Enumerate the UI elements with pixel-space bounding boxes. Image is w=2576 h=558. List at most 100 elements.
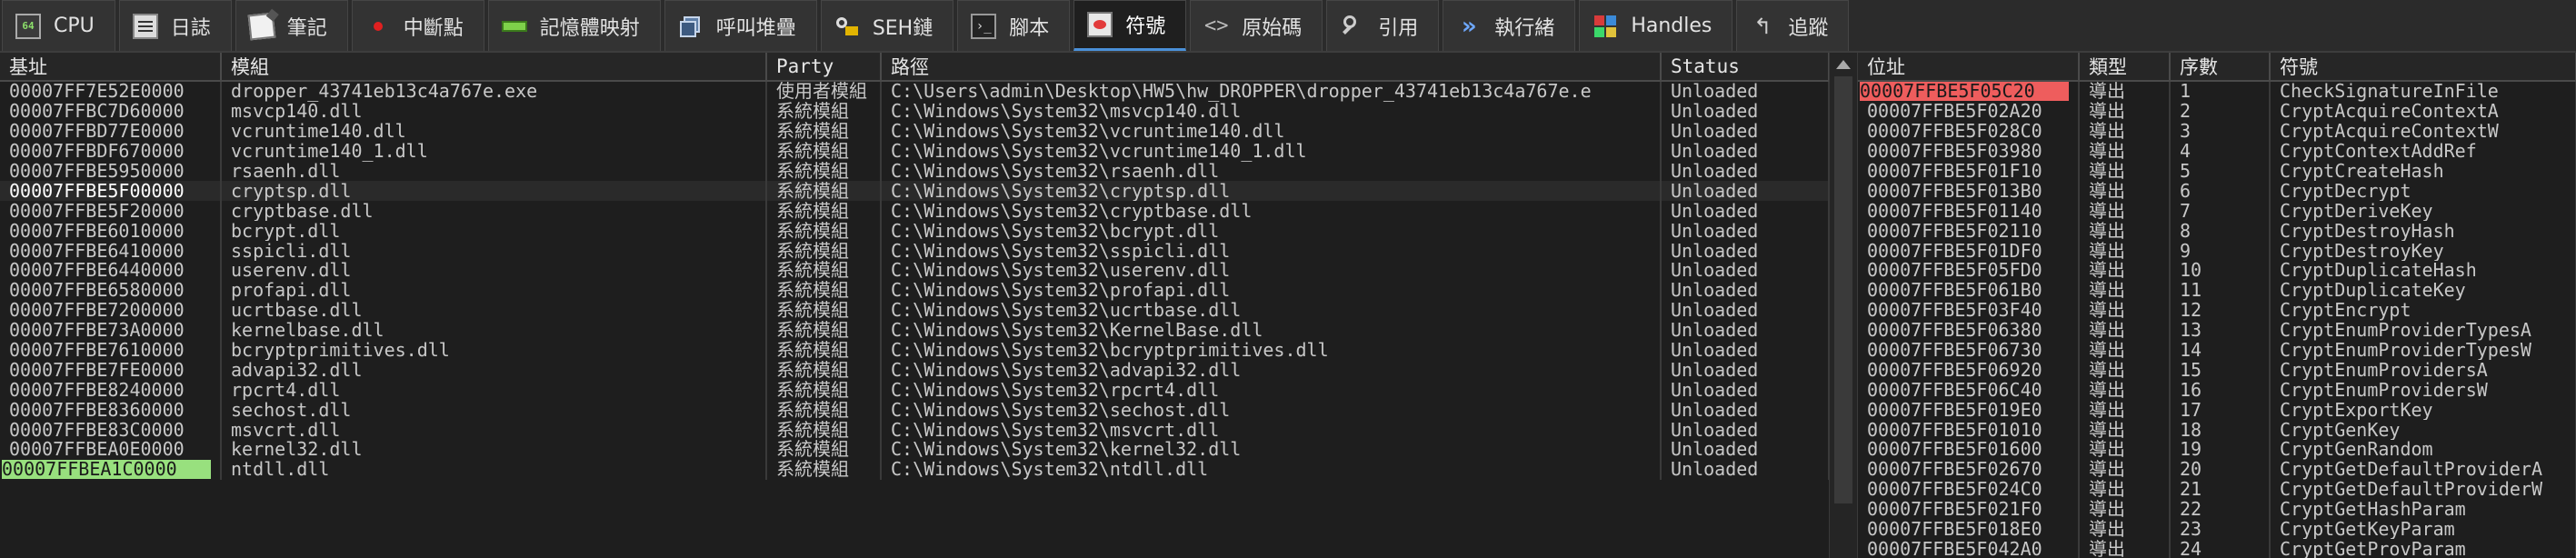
column-header-address[interactable]: 位址 xyxy=(1858,53,2080,82)
column-header-module[interactable]: 模組 xyxy=(221,53,767,82)
symbol-row[interactable]: 00007FFBE5F03F40 導出 12 CryptEncrypt xyxy=(1858,300,2576,321)
column-header-path[interactable]: 路徑 xyxy=(881,53,1662,82)
symbol-row[interactable]: 00007FFBE5F05FD0 導出 10 CryptDuplicateHash xyxy=(1858,261,2576,281)
module-row[interactable]: 00007FFBE8360000 sechost.dll 系統模組 C:\Window… xyxy=(0,400,1829,421)
column-header-base[interactable]: 基址 xyxy=(0,53,222,82)
tab-memory-map[interactable]: 記憶體映射 xyxy=(487,0,661,51)
module-row[interactable]: 00007FFBE5950000 rsaenh.dll 系統模組 C:\Windows… xyxy=(0,161,1829,182)
symbol-row[interactable]: 00007FFBE5F021F0 導出 22 CryptGetHashParam xyxy=(1858,499,2576,520)
module-row[interactable]: 00007FFBE6010000 bcrypt.dll 系統模組 C:\Windows… xyxy=(0,221,1829,242)
symbol-row[interactable]: 00007FFBE5F06C40 導出 16 CryptEnumProvidersW xyxy=(1858,380,2576,401)
tab-notes[interactable]: 筆記 xyxy=(235,0,348,51)
module-module-cell: cryptbase.dll xyxy=(221,201,767,222)
module-row[interactable]: 00007FFBE5F00000 cryptsp.dll 系統模組 C:\Window… xyxy=(0,181,1829,202)
tab-log[interactable]: 日誌 xyxy=(118,0,232,51)
tab-references[interactable]: 引用 xyxy=(1326,0,1440,51)
symbol-row[interactable]: 00007FFBE5F01140 導出 7 CryptDeriveKey xyxy=(1858,201,2576,222)
module-row[interactable]: 00007FFBD77E0000 vcruntime140.dll 系統模組 C:\W… xyxy=(0,121,1829,142)
module-row[interactable]: 00007FFBEA0E0000 kernel32.dll 系統模組 C:\Windo… xyxy=(0,440,1829,460)
module-row[interactable]: 00007FFBE6440000 userenv.dll 系統模組 C:\Window… xyxy=(0,261,1829,281)
symbol-ordinal-cell: 12 xyxy=(2170,300,2271,321)
symbol-row[interactable]: 00007FFBE5F024C0 導出 21 CryptGetDefaultProvi… xyxy=(1858,479,2576,500)
module-row[interactable]: 00007FFBE5F20000 cryptbase.dll 系統模組 C:\Wind… xyxy=(0,201,1829,222)
module-row[interactable]: 00007FFBE6410000 sspicli.dll 系統模組 C:\Window… xyxy=(0,241,1829,262)
symbol-symbol-cell: CryptGenKey xyxy=(2270,420,2576,441)
symbol-row[interactable]: 00007FFBE5F028C0 導出 3 CryptAcquireContextW xyxy=(1858,121,2576,142)
tab-symbols[interactable]: 符號 xyxy=(1073,0,1187,51)
column-header-type[interactable]: 類型 xyxy=(2079,53,2171,82)
symbol-address-cell: 00007FFBE5F06920 xyxy=(1858,360,2080,381)
module-path-cell: C:\Windows\System32\KernelBase.dll xyxy=(881,320,1662,341)
symbol-symbol-cell: CryptAcquireContextA xyxy=(2270,101,2576,122)
symbol-row[interactable]: 00007FFBE5F06920 導出 15 CryptEnumProvidersA xyxy=(1858,360,2576,381)
symbol-ordinal-cell: 22 xyxy=(2170,499,2271,520)
tab-threads[interactable]: » 執行緒 xyxy=(1443,0,1576,51)
symbol-row[interactable]: 00007FFBE5F01F10 導出 5 CryptCreateHash xyxy=(1858,161,2576,182)
column-header-party[interactable]: Party xyxy=(766,53,882,82)
breakpoint-icon xyxy=(365,14,391,39)
tab-script[interactable]: ›_ 腳本 xyxy=(957,0,1071,51)
symbol-row[interactable]: 00007FFBE5F06380 導出 13 CryptEnumProviderTyp… xyxy=(1858,320,2576,341)
symbol-row[interactable]: 00007FFBE5F01600 導出 19 CryptGenRandom xyxy=(1858,440,2576,460)
module-path-cell: C:\Windows\System32\msvcp140.dll xyxy=(881,101,1662,122)
module-base-cell: 00007FFBEA0E0000 xyxy=(0,440,222,460)
symbol-row[interactable]: 00007FFBE5F061B0 導出 11 CryptDuplicateKey xyxy=(1858,280,2576,301)
tab-source[interactable]: <> 原始碼 xyxy=(1190,0,1323,51)
module-status-cell: Unloaded xyxy=(1661,360,1829,381)
symbol-address-cell: 00007FFBE5F02A20 xyxy=(1858,101,2080,122)
modules-scrollbar[interactable] xyxy=(1829,53,1858,558)
symbol-row[interactable]: 00007FFBE5F018E0 導出 23 CryptGetKeyParam xyxy=(1858,519,2576,540)
module-row[interactable]: 00007FFBDF670000 vcruntime140_1.dll 系統模組 C:… xyxy=(0,141,1829,162)
module-row[interactable]: 00007FFBE7610000 bcryptprimitives.dll 系統模組… xyxy=(0,340,1829,361)
module-row[interactable]: 00007FFBEA1C0000 ntdll.dll 系統模組 C:\Windows\… xyxy=(0,459,1829,480)
symbol-row[interactable]: 00007FFBE5F05C20 導出 1 CheckSignatureInFile xyxy=(1858,81,2576,102)
symbol-type-cell: 導出 xyxy=(2079,221,2171,242)
module-row[interactable]: 00007FF7E52E0000 dropper_43741eb13c4a767e… xyxy=(0,81,1829,102)
symbol-symbol-cell: CryptDecrypt xyxy=(2270,181,2576,202)
symbol-ordinal-cell: 18 xyxy=(2170,420,2271,441)
symbol-row[interactable]: 00007FFBE5F019E0 導出 17 CryptExportKey xyxy=(1858,400,2576,421)
tab-seh-chain[interactable]: SEH鏈 xyxy=(820,0,954,51)
symbol-symbol-cell: CryptEnumProviderTypesW xyxy=(2270,340,2576,361)
symbol-row[interactable]: 00007FFBE5F01DF0 導出 9 CryptDestroyKey xyxy=(1858,241,2576,262)
symbol-row[interactable]: 00007FFBE5F03980 導出 4 CryptContextAddRef xyxy=(1858,141,2576,162)
symbol-row[interactable]: 00007FFBE5F02670 導出 20 CryptGetDefaultProvi… xyxy=(1858,459,2576,480)
trace-icon: ↰ xyxy=(1753,13,1772,39)
tab-handles[interactable]: Handles xyxy=(1579,0,1733,51)
symbol-symbol-cell: CryptDestroyHash xyxy=(2270,221,2576,242)
module-row[interactable]: 00007FFBE83C0000 msvcrt.dll 系統模組 C:\Windows… xyxy=(0,420,1829,441)
tab-breakpoint[interactable]: 中斷點 xyxy=(351,0,484,51)
module-party-cell: 系統模組 xyxy=(766,221,882,242)
seh-chain-icon xyxy=(834,14,860,39)
module-row[interactable]: 00007FFBE7200000 ucrtbase.dll 系統模組 C:\Windo… xyxy=(0,300,1829,321)
symbol-row[interactable]: 00007FFBE5F02A20 導出 2 CryptAcquireContextA xyxy=(1858,101,2576,122)
module-row[interactable]: 00007FFBC7D60000 msvcp140.dll 系統模組 C:\Windo… xyxy=(0,101,1829,122)
column-header-ordinal[interactable]: 序數 xyxy=(2170,53,2271,82)
module-base-cell: 00007FF7E52E0000 xyxy=(0,81,222,102)
module-base-cell: 00007FFBE73A0000 xyxy=(0,320,222,341)
symbol-row[interactable]: 00007FFBE5F013B0 導出 6 CryptDecrypt xyxy=(1858,181,2576,202)
module-row[interactable]: 00007FFBE7FE0000 advapi32.dll 系統模組 C:\Windo… xyxy=(0,360,1829,381)
symbol-ordinal-cell: 19 xyxy=(2170,440,2271,460)
module-row[interactable]: 00007FFBE73A0000 kernelbase.dll 系統模組 C:\Win… xyxy=(0,320,1829,341)
tab-cpu[interactable]: 64 CPU xyxy=(2,0,115,51)
symbol-row[interactable]: 00007FFBE5F042A0 導出 24 CryptGetProvParam xyxy=(1858,539,2576,558)
column-header-status[interactable]: Status xyxy=(1661,53,1829,82)
scrollbar-thumb[interactable] xyxy=(1834,76,1852,503)
tab-bar: 64 CPU 日誌 筆記 中斷點 記憶體映射 呼叫堆疊 SEH鏈 ›_ 腳本 符號 <> 原始碼 引用 » 執… xyxy=(0,0,2576,53)
module-base-cell: 00007FFBE6440000 xyxy=(0,261,222,281)
scroll-up-arrow-icon[interactable] xyxy=(1836,60,1851,69)
symbol-row[interactable]: 00007FFBE5F01010 導出 18 CryptGenKey xyxy=(1858,420,2576,441)
module-base-cell: 00007FFBE7200000 xyxy=(0,300,222,321)
symbol-symbol-cell: CryptExportKey xyxy=(2270,400,2576,421)
symbol-row[interactable]: 00007FFBE5F02110 導出 8 CryptDestroyHash xyxy=(1858,221,2576,242)
symbol-address-cell: 00007FFBE5F02670 xyxy=(1858,459,2080,480)
module-path-cell: C:\Windows\System32\ntdll.dll xyxy=(881,459,1662,480)
symbol-row[interactable]: 00007FFBE5F06730 導出 14 CryptEnumProviderTyp… xyxy=(1858,340,2576,361)
module-row[interactable]: 00007FFBE8240000 rpcrt4.dll 系統模組 C:\Windows… xyxy=(0,380,1829,401)
symbols-header-row: 位址 類型 序數 符號 xyxy=(1858,53,2576,82)
module-row[interactable]: 00007FFBE6580000 profapi.dll 系統模組 C:\Window… xyxy=(0,280,1829,301)
column-header-symbol[interactable]: 符號 xyxy=(2270,53,2576,82)
tab-trace[interactable]: ↰ 追蹤 xyxy=(1736,0,1850,51)
tab-call-stack[interactable]: 呼叫堆疊 xyxy=(664,0,817,51)
